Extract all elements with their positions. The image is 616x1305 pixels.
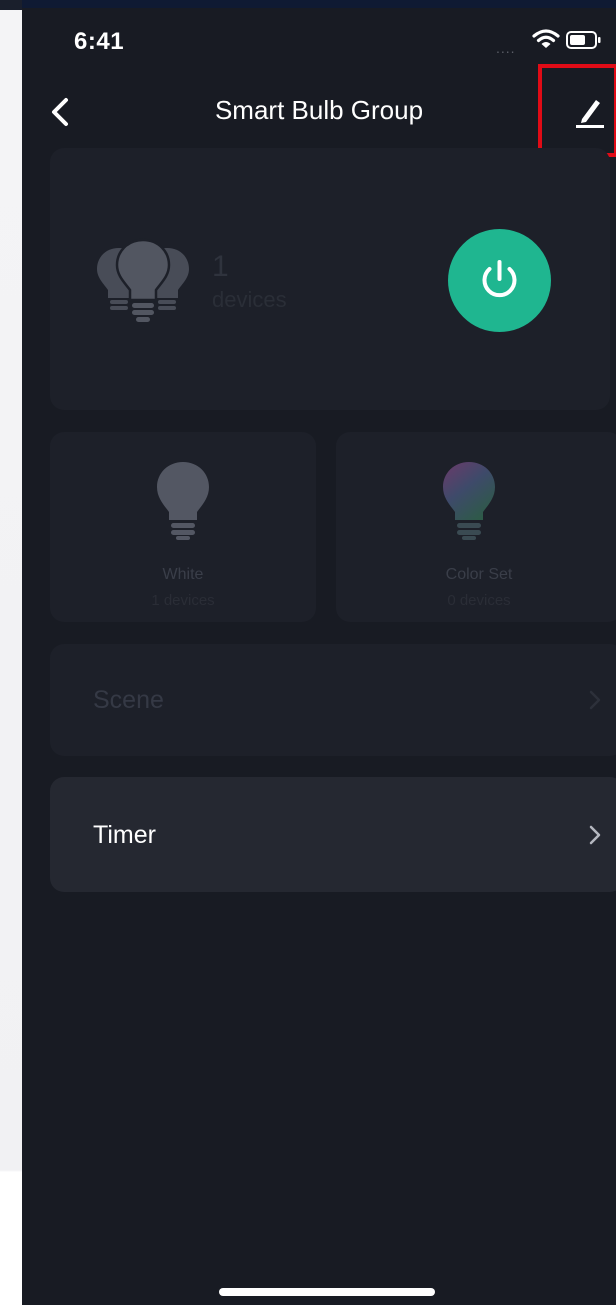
wifi-icon <box>532 29 560 48</box>
white-bulb-icon <box>157 462 209 540</box>
scene-chevron-icon <box>589 690 601 710</box>
color-set-label: Color Set <box>445 566 513 583</box>
timer-label: Timer <box>93 821 156 849</box>
scene-row[interactable]: Scene <box>50 644 616 756</box>
scene-label: Scene <box>93 686 164 714</box>
timer-chevron-icon <box>589 825 601 845</box>
color-set-card[interactable]: Color Set 0 devices <box>336 432 616 622</box>
power-button[interactable] <box>448 229 551 332</box>
white-mode-count: 1 devices <box>151 592 215 609</box>
battery-icon <box>566 31 601 49</box>
page-title: Smart Bulb Group <box>214 95 424 125</box>
top-band <box>22 0 616 8</box>
white-mode-label: White <box>162 566 204 583</box>
phone-screen: 6:41 .... Smart Bulb Group 1 devices Whi… <box>22 0 616 1305</box>
signal-icon: .... <box>496 40 516 56</box>
home-indicator[interactable] <box>219 1288 435 1296</box>
timer-row[interactable]: Timer <box>50 777 616 892</box>
background-app-strip <box>0 0 22 1305</box>
edit-icon[interactable] <box>572 94 608 130</box>
color-set-count: 0 devices <box>447 592 511 609</box>
bulb-group-icon <box>97 238 189 322</box>
white-mode-card[interactable]: White 1 devices <box>50 432 316 622</box>
color-bulb-icon <box>443 462 495 540</box>
device-count-unit: devices <box>212 287 287 312</box>
power-icon <box>482 260 517 298</box>
status-time: 6:41 <box>74 28 125 55</box>
device-count: 1 <box>212 250 229 283</box>
